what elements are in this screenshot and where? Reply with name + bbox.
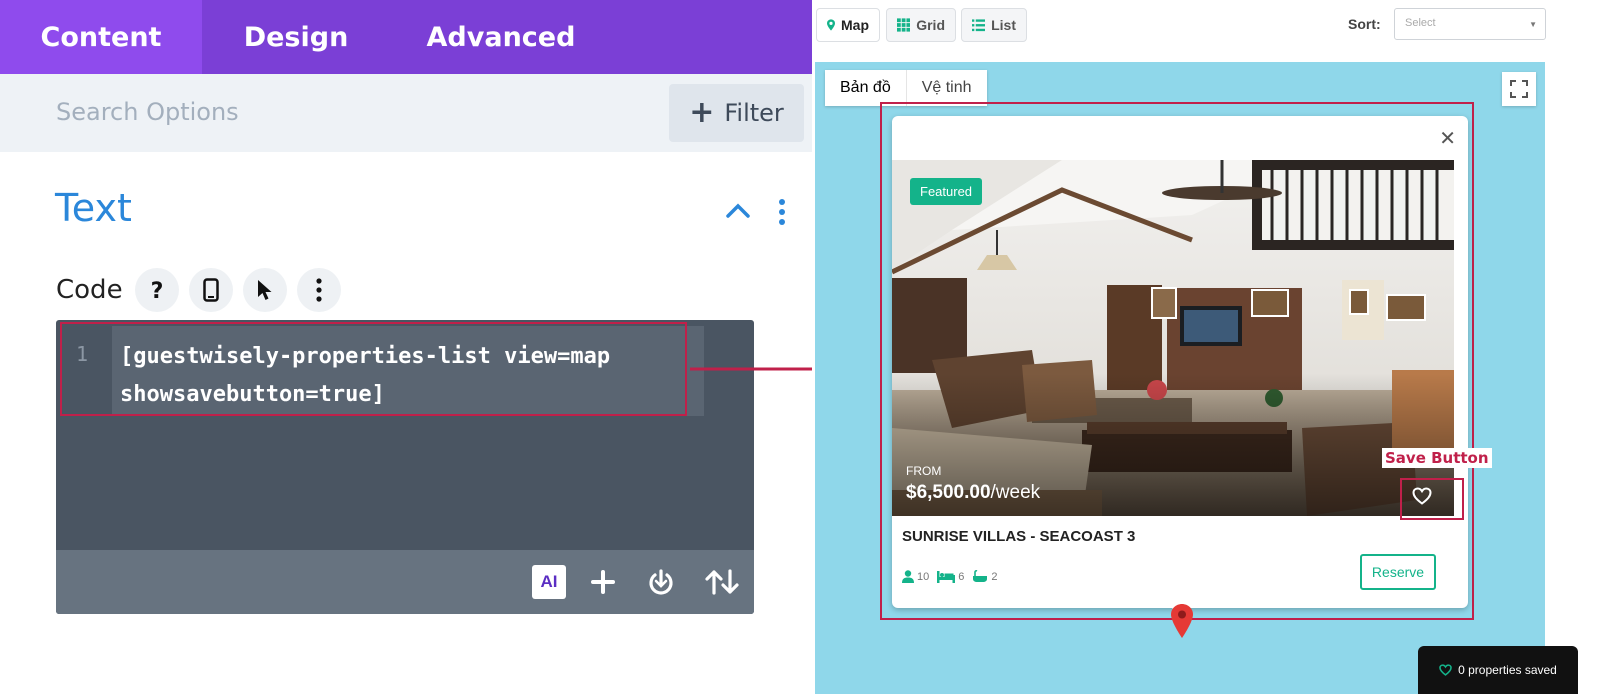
power-icon[interactable] <box>644 565 678 599</box>
price-period: /week <box>990 482 1041 503</box>
bedrooms-value: 6 <box>958 570 965 583</box>
map-type-tabs: Bản đồ Vệ tinh <box>825 70 987 106</box>
field-menu-icon[interactable] <box>296 268 341 312</box>
builder-tabs: Content Design Advanced <box>0 0 812 74</box>
preview-panel: Map Grid List Sort: Select ▼ Bản đồ Vệ t… <box>812 0 1600 694</box>
sort-label: Sort: <box>1348 16 1381 32</box>
map-pin-icon <box>827 19 835 31</box>
map-tab-satellite[interactable]: Vệ tinh <box>907 70 987 106</box>
list-view-label: List <box>991 17 1016 33</box>
cursor-icon[interactable] <box>242 268 287 312</box>
ai-button[interactable]: AI <box>532 565 566 599</box>
options-search-bar: Search Options + Filter <box>0 74 812 152</box>
living-room-photo <box>892 160 1454 516</box>
bathrooms-count: 2 <box>972 570 998 583</box>
grid-view-label: Grid <box>916 17 945 33</box>
svg-text:?: ? <box>150 279 163 302</box>
list-view-button[interactable]: List <box>961 8 1027 42</box>
tab-design[interactable]: Design <box>202 0 390 74</box>
bed-icon <box>937 570 956 583</box>
filter-button[interactable]: + Filter <box>669 84 804 142</box>
featured-badge: Featured <box>910 178 983 205</box>
save-button-highlight-box <box>1400 478 1464 520</box>
map-view-button[interactable]: Map <box>816 8 880 42</box>
section-title: Text <box>55 186 132 230</box>
screen: Content Design Advanced Search Options +… <box>0 0 1600 694</box>
reserve-button[interactable]: Reserve <box>1360 554 1436 590</box>
editor-toolbar: AI <box>56 550 754 614</box>
tab-advanced[interactable]: Advanced <box>390 0 612 74</box>
sort-select-value: Select <box>1405 17 1436 29</box>
add-icon[interactable] <box>586 565 620 599</box>
code-field-header: Code ? <box>56 268 351 312</box>
guests-icon <box>902 570 914 583</box>
map-tab-map[interactable]: Bản đồ <box>825 70 907 106</box>
heart-outline-icon <box>1439 664 1452 676</box>
search-options-input[interactable]: Search Options <box>56 98 239 126</box>
section-menu-icon[interactable] <box>778 199 786 225</box>
property-popup-card: ✕ Featured FROM $6,500.00/week SUNRISE V… <box>892 116 1468 608</box>
chevron-up-icon[interactable] <box>725 201 751 219</box>
tab-content[interactable]: Content <box>0 0 202 74</box>
bath-icon <box>973 570 988 582</box>
property-photo[interactable]: Featured FROM $6,500.00/week <box>892 160 1454 516</box>
saved-count-text: 0 properties saved <box>1458 663 1557 677</box>
builder-panel: Content Design Advanced Search Options +… <box>0 0 812 694</box>
filter-label: Filter <box>724 99 784 127</box>
help-icon[interactable]: ? <box>134 268 179 312</box>
property-title[interactable]: SUNRISE VILLAS - SEACOAST 3 <box>902 528 1135 545</box>
bathrooms-value: 2 <box>991 570 998 583</box>
dropdown-caret-icon: ▼ <box>1529 20 1537 29</box>
price-amount: $6,500.00 <box>906 482 991 503</box>
mobile-icon[interactable] <box>188 268 233 312</box>
sort-select[interactable]: Select ▼ <box>1394 8 1546 40</box>
grid-view-button[interactable]: Grid <box>886 8 956 42</box>
sort-arrows-icon[interactable] <box>702 565 742 599</box>
fullscreen-icon <box>1510 80 1528 98</box>
grid-icon <box>897 18 911 32</box>
save-button-annotation: Save Button <box>1382 448 1492 468</box>
map-view[interactable]: Bản đồ Vệ tinh ✕ Featured FROM $6,500.00… <box>815 62 1545 694</box>
map-marker-icon[interactable] <box>1171 604 1193 638</box>
price: $6,500.00/week <box>906 482 1040 504</box>
price-from-label: FROM <box>906 464 942 478</box>
guests-count: 10 <box>902 570 929 583</box>
fullscreen-button[interactable] <box>1502 72 1536 106</box>
saved-properties-bar[interactable]: 0 properties saved <box>1418 646 1578 694</box>
plus-icon: + <box>689 95 715 130</box>
code-highlight-box <box>60 322 687 416</box>
close-icon[interactable]: ✕ <box>1439 126 1456 151</box>
list-icon <box>972 18 986 31</box>
amenities: 10 6 2 <box>902 570 998 583</box>
bedrooms-count: 6 <box>937 570 965 583</box>
guests-value: 10 <box>917 570 930 583</box>
map-view-label: Map <box>841 17 869 33</box>
code-label: Code <box>56 275 123 305</box>
